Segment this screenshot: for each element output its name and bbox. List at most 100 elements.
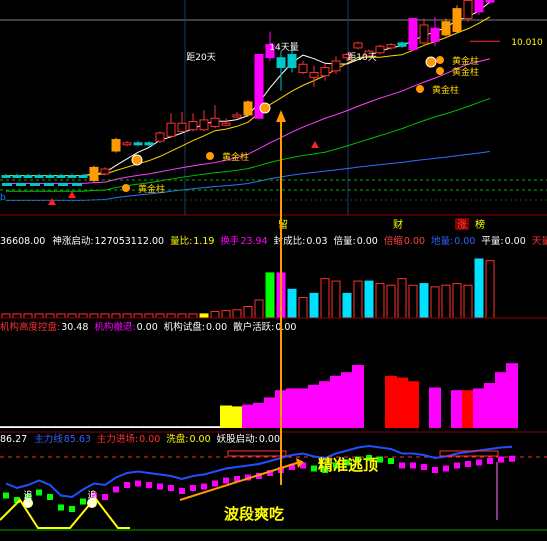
volume-14-days-label: 14天量 [269, 42, 298, 53]
candle-body [166, 122, 176, 137]
oscillator-header-label: 洗盘: [166, 433, 188, 445]
institution-bar [132, 426, 144, 428]
oscillator-header-value: 85.63 [64, 434, 91, 445]
oscillator-marker [58, 504, 64, 511]
institution-bar [451, 390, 463, 428]
institution-header-value: 30.48 [61, 322, 88, 333]
precise-escape-top-label: 精准逃顶 [318, 456, 378, 474]
institution-header-value: 0.00 [137, 322, 158, 333]
golden-pillar-icon [436, 56, 444, 64]
candle-body [287, 53, 297, 69]
oscillator-header-value: 0.00 [259, 434, 280, 445]
golden-pillar-icon [436, 67, 444, 75]
volume-bar [221, 310, 231, 319]
institution-bar [165, 426, 177, 428]
institution-bar [44, 426, 56, 428]
golden-pillar-icon [206, 152, 214, 160]
candle-body [210, 117, 220, 127]
volume-bar [78, 313, 88, 319]
flat-candle-body [16, 183, 26, 186]
oscillator-header-label: 主力线 [34, 433, 63, 445]
volume-bar [56, 313, 66, 319]
candle-body [419, 24, 429, 44]
volume-bar [122, 313, 132, 319]
candle-body [188, 121, 198, 131]
oscillator-marker [157, 483, 163, 490]
oscillator-marker [146, 482, 152, 488]
volume-bar [155, 313, 165, 319]
institution-bar [88, 426, 100, 428]
oscillator-marker [443, 465, 449, 472]
volume-bar [243, 306, 253, 319]
volume-bar [23, 313, 33, 319]
volume-header-label: 地量: [431, 235, 453, 247]
institution-bar [143, 426, 155, 428]
candle-body [56, 175, 66, 179]
volume-bar [364, 280, 374, 319]
oscillator-marker [201, 483, 207, 490]
institution-bar [55, 426, 67, 428]
oscillator-marker [476, 459, 482, 466]
sun-marker-icon [131, 154, 143, 166]
candle-body [232, 114, 242, 118]
candle-body [23, 175, 33, 179]
institution-bar [319, 381, 331, 428]
institution-bar [187, 426, 199, 428]
candle-body [309, 71, 319, 78]
candle-body [12, 175, 22, 179]
top-warning-box [227, 450, 287, 457]
stock-chart-svg: 10.010距20天14天量距10天黄金柱黄金柱黄金柱黄金柱黄金柱b留财涨榜36… [0, 0, 547, 531]
oscillator-marker [410, 462, 416, 469]
institution-bar [385, 375, 397, 428]
volume-bar [320, 278, 330, 319]
oscillator-header-label: 86.27 [0, 434, 27, 445]
candle-body [177, 122, 187, 132]
candle-body [78, 175, 88, 179]
flat-candle-body [72, 183, 82, 186]
institution-bar [22, 426, 34, 428]
oscillator-marker [223, 477, 229, 484]
sun-marker-icon [259, 102, 271, 114]
volume-bar [67, 313, 77, 319]
volume-bar [386, 284, 396, 319]
institution-bar [77, 426, 89, 428]
candle-body [67, 175, 77, 179]
volume-bar [100, 313, 110, 319]
volume-header-value: 0.03 [306, 236, 327, 247]
oscillator-header-label: 主力进场: [97, 433, 138, 445]
oscillator-marker [311, 465, 317, 472]
golden-pillar-icon [416, 85, 424, 93]
volume-header-label: 天量: [532, 236, 547, 247]
volume-bar [89, 313, 99, 319]
institution-bar [154, 426, 166, 428]
institution-bar [308, 384, 320, 428]
volume-bar [232, 309, 242, 319]
institution-bar [297, 388, 309, 428]
oscillator-marker [124, 482, 130, 488]
oscillator-marker [509, 455, 515, 462]
institution-bar [0, 426, 12, 428]
distance-20-days-label: 距20天 [186, 52, 215, 63]
institution-header-label: 散户活跃: [233, 321, 274, 333]
volume-bar [287, 288, 297, 319]
volume-bar [1, 313, 11, 319]
candle-body [100, 168, 110, 175]
golden-pillar-icon [122, 184, 130, 192]
flat-candle-body [58, 183, 68, 186]
oscillator-marker [69, 506, 75, 512]
volume-header-value: 0.00 [505, 236, 526, 247]
institution-bar [462, 390, 474, 428]
oscillator-marker [421, 464, 427, 470]
distance-10-days-label: 距10天 [347, 52, 376, 63]
volume-bar [34, 313, 44, 319]
institution-bar [110, 426, 122, 428]
golden-pillar-label: 黄金柱 [452, 66, 479, 78]
oscillator-header-value: 0.00 [189, 434, 210, 445]
oscillator-marker [179, 488, 185, 494]
volume-bar [144, 313, 154, 319]
volume-bar [166, 313, 176, 319]
chase-label: 追 [23, 489, 32, 501]
oscillator-marker [135, 480, 141, 487]
triangle-up-icon [48, 198, 56, 205]
volume-bar [309, 292, 319, 319]
